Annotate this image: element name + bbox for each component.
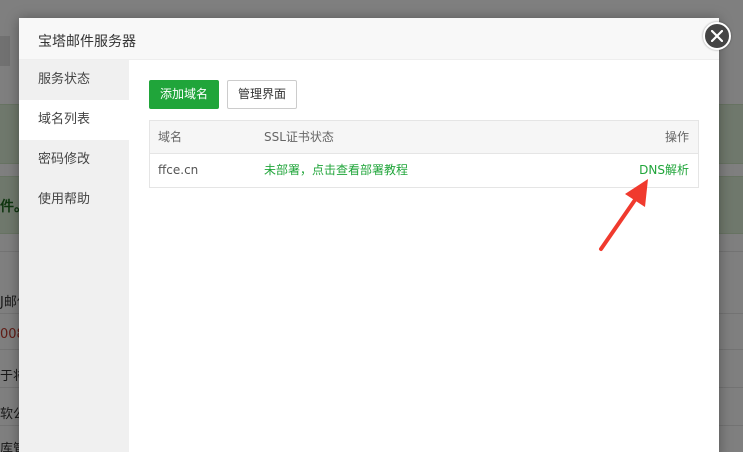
sidebar-item-label: 域名列表 <box>38 112 91 127</box>
dialog-sidebar: 服务状态 域名列表 密码修改 使用帮助 <box>19 60 129 452</box>
ssl-status-link[interactable]: 未部署，点击查看部署教程 <box>264 154 408 187</box>
annotation-arrow-icon <box>599 179 648 251</box>
table-header: 域名 SSL证书状态 操作 <box>150 121 698 154</box>
sidebar-item-domain-list[interactable]: 域名列表 <box>19 100 129 140</box>
column-header-ssl-status: SSL证书状态 <box>264 130 334 144</box>
dialog-header: 宝塔邮件服务器 <box>19 18 719 60</box>
column-header-domain: 域名 <box>158 130 183 144</box>
close-icon <box>711 30 723 42</box>
column-header-actions: 操作 <box>664 130 689 144</box>
dialog-title: 宝塔邮件服务器 <box>38 34 136 50</box>
add-domain-button[interactable]: 添加域名 <box>149 80 220 109</box>
manage-interface-button[interactable]: 管理界面 <box>227 80 298 109</box>
sidebar-item-label: 使用帮助 <box>38 192 91 207</box>
dialog-content: 添加域名 管理界面 域名 SSL证书状态 操作 ffce.cn 未部署，点击查看… <box>129 60 719 452</box>
sidebar-item-service-status[interactable]: 服务状态 <box>19 60 129 100</box>
sidebar-item-password-change[interactable]: 密码修改 <box>19 140 129 180</box>
sidebar-item-label: 服务状态 <box>38 72 91 87</box>
sidebar-item-help[interactable]: 使用帮助 <box>19 180 129 220</box>
sidebar-item-label: 密码修改 <box>38 152 91 167</box>
close-button[interactable] <box>703 22 731 50</box>
domain-cell: ffce.cn <box>158 163 199 177</box>
